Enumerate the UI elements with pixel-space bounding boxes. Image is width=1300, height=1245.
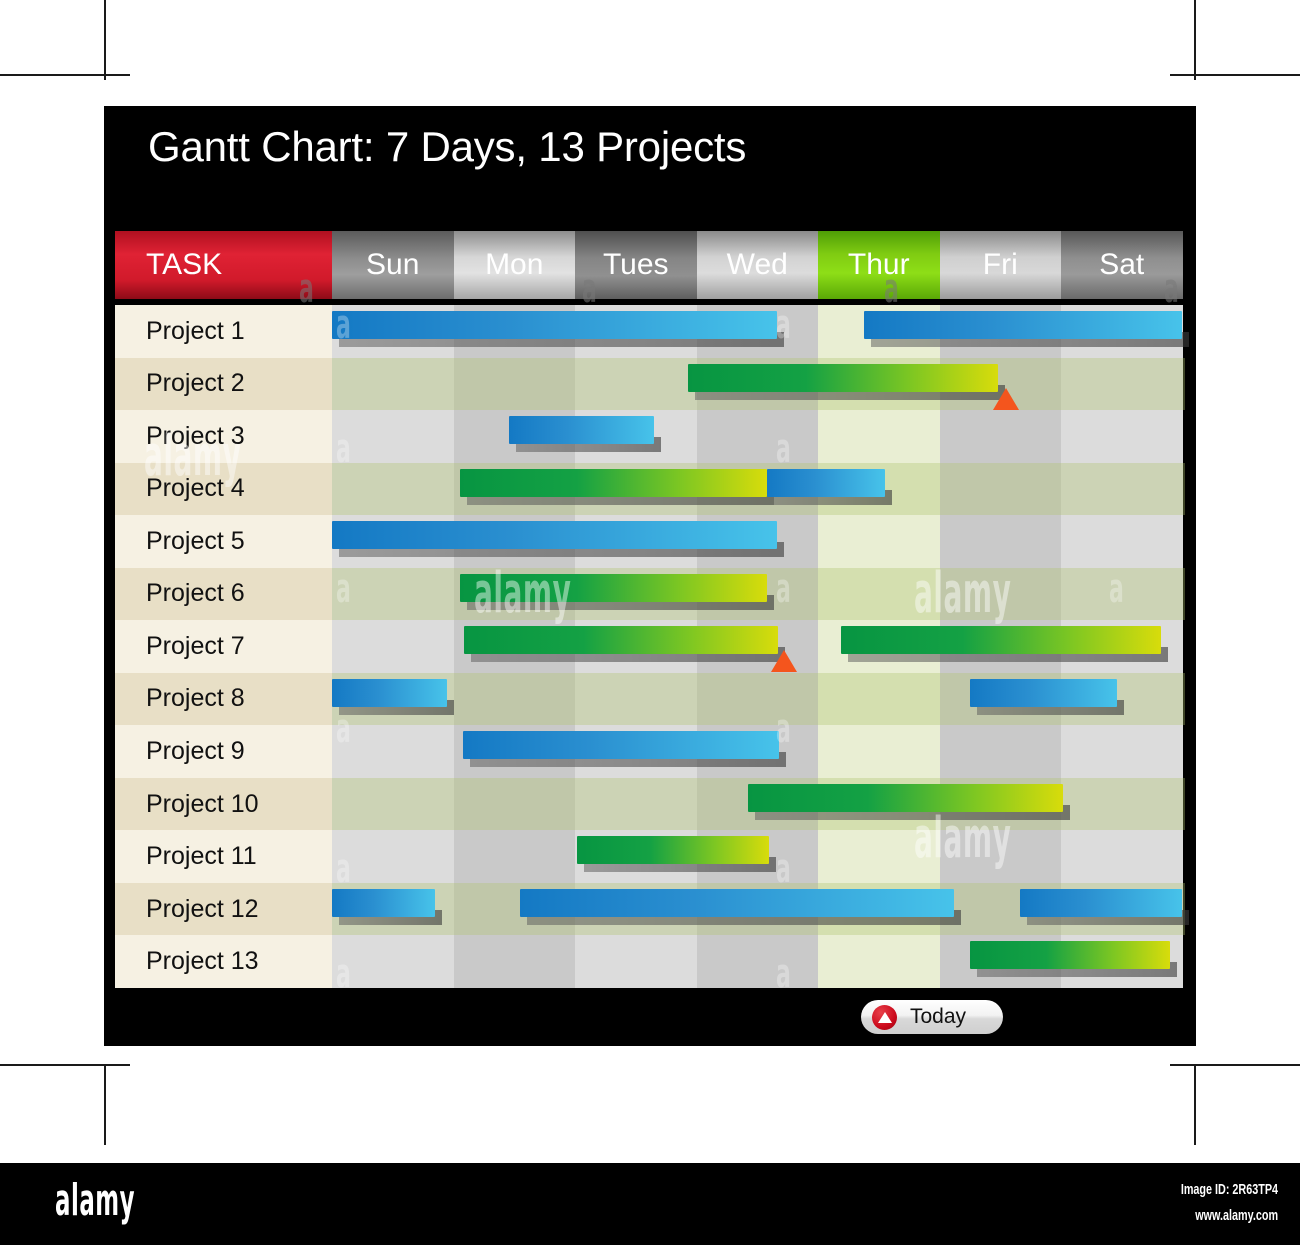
- gantt-bar[interactable]: [520, 888, 955, 917]
- task-row-label[interactable]: Project 6: [115, 567, 332, 621]
- gantt-bar[interactable]: [1019, 888, 1183, 917]
- crop-mark-bottom-right: [1194, 1065, 1196, 1145]
- column-header-thur-label: Thur: [847, 248, 910, 281]
- gantt-bar[interactable]: [969, 941, 1171, 970]
- column-header-mon[interactable]: Mon: [453, 231, 575, 299]
- crop-mark-top-right: [1194, 0, 1196, 80]
- crop-mark-right-bottom: [1170, 1064, 1300, 1066]
- gantt-bar[interactable]: [864, 311, 1183, 339]
- gantt-bar[interactable]: [687, 363, 998, 392]
- column-header-fri[interactable]: Fri: [939, 231, 1061, 299]
- gantt-bar[interactable]: [464, 626, 778, 655]
- task-row-label[interactable]: Project 7: [115, 620, 332, 673]
- stock-footer-bar: [0, 1163, 1300, 1245]
- image-id-label: Image ID: 2R63TP4: [1180, 1181, 1278, 1198]
- task-row-label-text: Project 7: [146, 631, 245, 660]
- gantt-bar[interactable]: [577, 836, 770, 865]
- column-header-tues[interactable]: Tues: [575, 231, 697, 299]
- gantt-bar[interactable]: [332, 311, 777, 339]
- task-row-label-text: Project 3: [146, 421, 245, 450]
- column-header-thur-today[interactable]: Thur: [818, 231, 940, 299]
- task-row-label[interactable]: Project 3: [115, 410, 332, 463]
- task-row-label-text: Project 13: [146, 947, 259, 976]
- gantt-grid: Project 1 Project 2 Project 3 Project 4 Proj…: [115, 305, 1190, 988]
- task-row-label-text: Project 6: [146, 579, 245, 608]
- gantt-bar[interactable]: [332, 888, 436, 917]
- crop-mark-right-top: [1170, 74, 1300, 76]
- task-row-label-text: Project 5: [146, 526, 245, 555]
- page-title: Gantt Chart: 7 Days, 13 Projects: [148, 123, 747, 170]
- column-header-task-label: TASK: [146, 248, 223, 281]
- column-header-wed-label: Wed: [726, 248, 788, 281]
- gantt-bar[interactable]: [747, 783, 1064, 812]
- column-header-task[interactable]: TASK: [115, 231, 332, 299]
- crop-mark-left-bottom: [0, 1064, 130, 1066]
- task-row-label-text: Project 4: [146, 474, 245, 503]
- task-row-label[interactable]: Project 13: [115, 935, 332, 988]
- task-label-column: Project 1 Project 2 Project 3 Project 4 Proj…: [115, 305, 332, 988]
- task-row-label[interactable]: Project 8: [115, 672, 332, 726]
- task-row-label[interactable]: Project 11: [115, 830, 332, 883]
- task-row-label[interactable]: Project 5: [115, 515, 332, 568]
- alamy-url-label: www.alamy.com: [1195, 1207, 1278, 1224]
- gantt-bar[interactable]: [969, 678, 1117, 707]
- task-row-label[interactable]: Project 4: [115, 462, 332, 516]
- alamy-logo: alamy: [55, 1175, 136, 1226]
- task-row-label-text: Project 10: [146, 789, 259, 818]
- gantt-bar[interactable]: [463, 731, 780, 760]
- today-button[interactable]: Today: [861, 1000, 1003, 1034]
- today-button-label: Today: [910, 1005, 967, 1028]
- task-row-label[interactable]: Project 9: [115, 725, 332, 778]
- crop-mark-bottom-left: [104, 1065, 106, 1145]
- chart-header-row: TASK Sun Mon Tues Wed Thur Fri Sat: [115, 231, 1185, 299]
- gantt-bar[interactable]: [459, 468, 767, 497]
- column-header-sat-label: Sat: [1099, 248, 1145, 281]
- column-header-tues-label: Tues: [602, 248, 669, 281]
- column-header-sun[interactable]: Sun: [332, 231, 454, 299]
- gantt-bar[interactable]: [332, 521, 777, 550]
- gantt-track-area: [332, 305, 1190, 988]
- column-header-wed[interactable]: Wed: [696, 231, 818, 299]
- column-header-mon-label: Mon: [485, 248, 544, 281]
- column-header-sun-label: Sun: [366, 248, 420, 281]
- column-header-fri-label: Fri: [982, 248, 1018, 281]
- task-row-label[interactable]: Project 12: [115, 882, 332, 936]
- gantt-bar[interactable]: [509, 416, 654, 445]
- gantt-bar[interactable]: [332, 678, 448, 707]
- task-row-label[interactable]: Project 10: [115, 777, 332, 831]
- task-row-label-text: Project 8: [146, 684, 245, 713]
- task-row-label-text: Project 1: [146, 316, 245, 345]
- task-row-label-text: Project 12: [146, 894, 259, 923]
- task-row-label-text: Project 9: [146, 737, 245, 766]
- triangle-up-icon: [872, 1004, 897, 1030]
- crop-mark-left-top: [0, 74, 130, 76]
- task-row-label[interactable]: Project 2: [115, 357, 332, 411]
- crop-mark-top-left: [104, 0, 106, 80]
- gantt-chart-panel: Gantt Chart: 7 Days, 13 Projects TASK Su…: [104, 106, 1231, 1046]
- today-marker-icon: [993, 387, 1020, 410]
- today-marker-icon: [770, 650, 797, 673]
- task-row-label[interactable]: Project 1: [115, 305, 332, 358]
- watermark-letter: a: [1216, 302, 1231, 348]
- task-row-label-text: Project 2: [146, 369, 245, 398]
- gantt-bar[interactable]: [766, 468, 885, 497]
- gantt-bar[interactable]: [459, 573, 767, 602]
- column-header-sat[interactable]: Sat: [1061, 231, 1183, 299]
- task-row-label-text: Project 11: [146, 842, 257, 871]
- gantt-bar[interactable]: [841, 626, 1161, 655]
